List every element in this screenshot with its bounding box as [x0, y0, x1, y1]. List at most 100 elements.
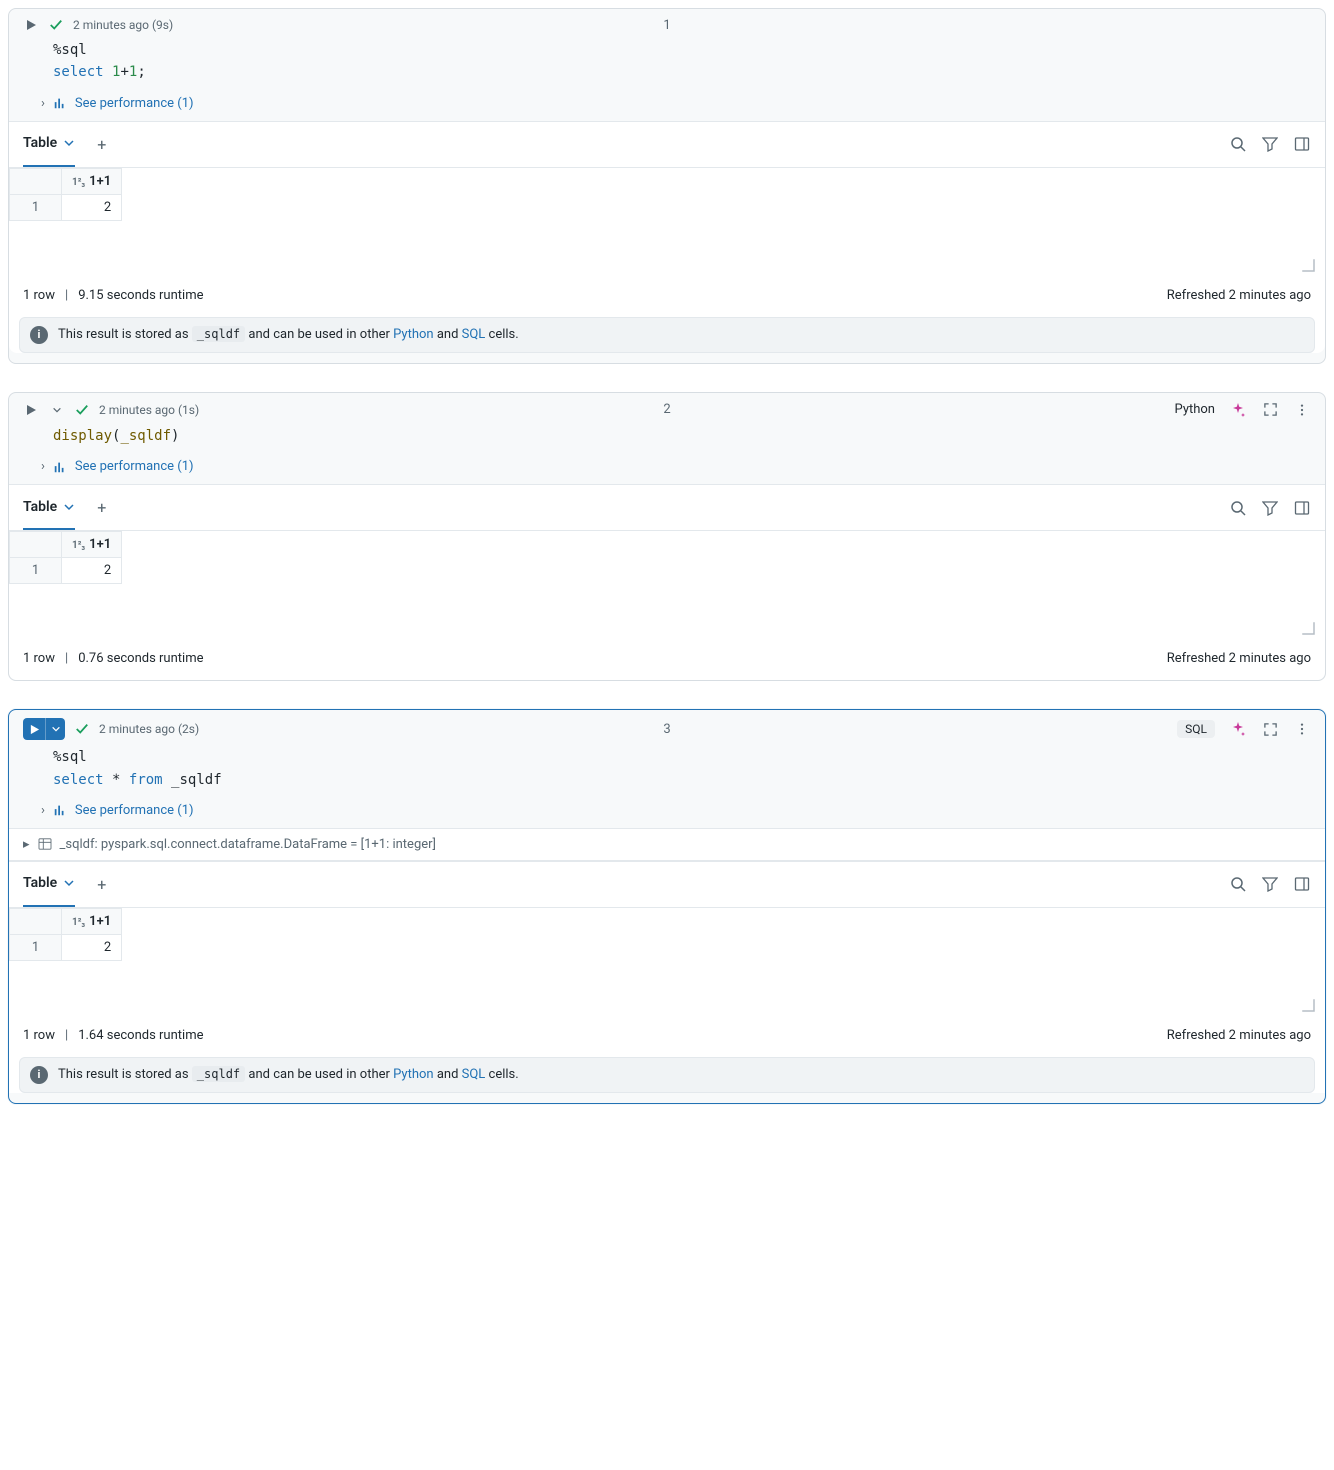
integer-type-icon: 1²₃ [72, 177, 85, 188]
add-tab-button[interactable]: + [93, 498, 110, 517]
ai-sparkle-icon[interactable] [1229, 401, 1247, 419]
tab-table[interactable]: Table [23, 862, 75, 907]
info-icon: i [30, 1066, 48, 1084]
success-check-icon [49, 18, 63, 32]
code-editor[interactable]: display(_sqldf) [9, 423, 1325, 455]
result-table[interactable]: 1²₃1+1 12 [9, 908, 122, 961]
bar-chart-icon [53, 803, 67, 817]
code-editor[interactable]: %sql select * from _sqldf [9, 744, 1325, 799]
cell-timestamp: 2 minutes ago (9s) [73, 18, 173, 32]
expand-icon[interactable] [1261, 720, 1279, 738]
run-button[interactable] [23, 724, 45, 735]
tab-table[interactable]: Table [23, 122, 75, 167]
more-menu-icon[interactable] [1293, 720, 1311, 738]
output-footer: 1 row | 1.64 seconds runtime Refreshed 2… [9, 1018, 1325, 1057]
add-tab-button[interactable]: + [93, 135, 110, 154]
panel-icon[interactable] [1293, 875, 1311, 893]
link-python[interactable]: Python [393, 327, 433, 342]
ai-sparkle-icon[interactable] [1229, 720, 1247, 738]
runtime-text: 9.15 seconds runtime [78, 288, 203, 303]
cell-value: 2 [62, 194, 122, 220]
resize-handle-icon[interactable] [1301, 998, 1315, 1012]
column-header[interactable]: 1²₃1+1 [62, 168, 122, 194]
schema-row[interactable]: ▸ _sqldf: pyspark.sql.connect.dataframe.… [9, 828, 1325, 861]
tab-table[interactable]: Table [23, 485, 75, 530]
search-icon[interactable] [1229, 499, 1247, 517]
filter-icon[interactable] [1261, 875, 1279, 893]
output-footer: 1 row | 0.76 seconds runtime Refreshed 2… [9, 641, 1325, 680]
search-icon[interactable] [1229, 135, 1247, 153]
expand-icon[interactable] [1261, 401, 1279, 419]
resize-handle-icon[interactable] [1301, 258, 1315, 272]
more-menu-icon[interactable] [1293, 401, 1311, 419]
see-performance-link[interactable]: › See performance (1) [9, 92, 1325, 121]
row-header-blank [10, 168, 62, 194]
link-python[interactable]: Python [393, 1067, 433, 1082]
cell-2: 2 minutes ago (1s) 2 Python display(_sql… [8, 392, 1326, 681]
cell-timestamp: 2 minutes ago (2s) [99, 722, 199, 736]
cell-header: 2 minutes ago (1s) 2 Python [9, 393, 1325, 423]
resize-handle-icon[interactable] [1301, 621, 1315, 635]
sqldf-code-chip: _sqldf [192, 1066, 245, 1082]
integer-type-icon: 1²₃ [72, 917, 85, 928]
refreshed-text: Refreshed 2 minutes ago [1167, 288, 1311, 303]
sqldf-code-chip: _sqldf [192, 326, 245, 342]
cell-value: 2 [62, 934, 122, 960]
see-performance-link[interactable]: › See performance (1) [9, 799, 1325, 828]
refreshed-text: Refreshed 2 minutes ago [1167, 1028, 1311, 1043]
cell-number: 3 [663, 722, 670, 737]
cell-number: 2 [663, 402, 670, 417]
bar-chart-icon [53, 96, 67, 110]
cell-header: 2 minutes ago (9s) 1 [9, 9, 1325, 37]
run-menu-chevron[interactable] [49, 402, 65, 418]
caret-right-icon: ▸ [23, 837, 30, 852]
run-button-combo [23, 718, 65, 740]
output-tab-bar: Table + [9, 862, 1325, 908]
cell-header: 2 minutes ago (2s) 3 SQL [9, 710, 1325, 744]
integer-type-icon: 1²₃ [72, 540, 85, 551]
column-header[interactable]: 1²₃1+1 [62, 532, 122, 558]
cell-3: 2 minutes ago (2s) 3 SQL %sql select * f… [8, 709, 1326, 1104]
chevron-right-icon: › [41, 96, 45, 111]
table-schema-icon [38, 838, 52, 850]
run-button[interactable] [23, 402, 39, 418]
cell-1: 2 minutes ago (9s) 1 %sql select 1+1; › … [8, 8, 1326, 364]
panel-icon[interactable] [1293, 499, 1311, 517]
chevron-down-icon [63, 137, 75, 149]
row-number: 1 [10, 934, 62, 960]
output-panel: Table + 1²₃1+1 12 1 row | 9.15 seconds r… [9, 121, 1325, 353]
result-table-area: 1²₃1+1 12 [9, 531, 1325, 641]
row-count: 1 row [23, 1028, 55, 1043]
column-header[interactable]: 1²₃1+1 [62, 908, 122, 934]
success-check-icon [75, 403, 89, 417]
chevron-right-icon: › [41, 803, 45, 818]
result-table[interactable]: 1²₃1+1 12 [9, 531, 122, 584]
row-number: 1 [10, 194, 62, 220]
filter-icon[interactable] [1261, 135, 1279, 153]
filter-icon[interactable] [1261, 499, 1279, 517]
code-editor[interactable]: %sql select 1+1; [9, 37, 1325, 92]
result-table-area: 1²₃1+1 12 [9, 908, 1325, 1018]
language-badge[interactable]: SQL [1177, 720, 1215, 738]
see-performance-link[interactable]: › See performance (1) [9, 455, 1325, 484]
row-count: 1 row [23, 288, 55, 303]
schema-text: _sqldf: pyspark.sql.connect.dataframe.Da… [60, 837, 436, 852]
run-menu-chevron[interactable] [45, 718, 65, 740]
cell-number: 1 [663, 18, 670, 33]
bar-chart-icon [53, 460, 67, 474]
chevron-right-icon: › [41, 459, 45, 474]
panel-icon[interactable] [1293, 135, 1311, 153]
link-sql[interactable]: SQL [462, 327, 486, 342]
cell-value: 2 [62, 558, 122, 584]
sqldf-info-bar: i This result is stored as _sqldf and ca… [19, 317, 1315, 353]
runtime-text: 1.64 seconds runtime [78, 1028, 203, 1043]
sqldf-info-bar: i This result is stored as _sqldf and ca… [19, 1057, 1315, 1093]
result-table[interactable]: 1²₃1+1 12 [9, 168, 122, 221]
run-button[interactable] [23, 17, 39, 33]
result-table-area: 1²₃1+1 12 [9, 168, 1325, 278]
cell-timestamp: 2 minutes ago (1s) [99, 403, 199, 417]
add-tab-button[interactable]: + [93, 875, 110, 894]
language-label[interactable]: Python [1175, 402, 1215, 417]
search-icon[interactable] [1229, 875, 1247, 893]
link-sql[interactable]: SQL [462, 1067, 486, 1082]
